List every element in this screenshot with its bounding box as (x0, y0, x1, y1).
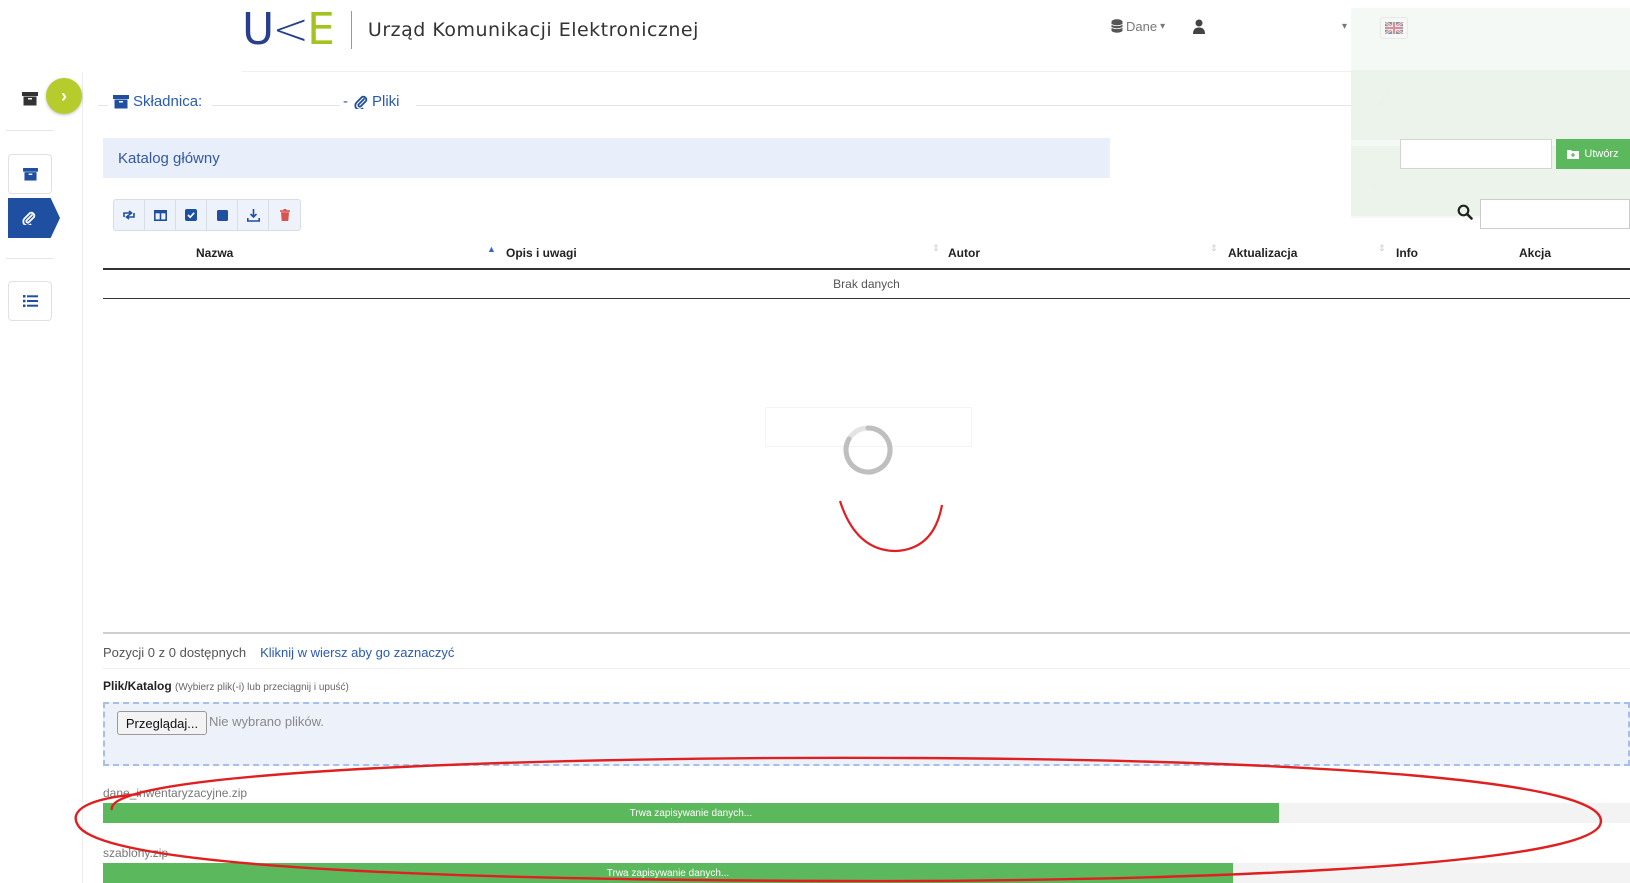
pagination-hint: Kliknij w wiersz aby go zaznaczyć (260, 645, 455, 660)
sidebar-item-repository[interactable] (8, 154, 52, 194)
catalog-title: Katalog główny (118, 149, 220, 167)
pagination-summary: Pozycji 0 z 0 dostępnych (103, 645, 247, 660)
org-name: Urząd Komunikacji Elektronicznej (367, 19, 699, 41)
breadcrumb-repository-label: Składnica: (133, 93, 203, 110)
refresh-button[interactable] (114, 200, 145, 230)
empty-text: Brak danych (833, 277, 900, 291)
section-divider (103, 668, 1630, 669)
archive-icon (22, 92, 38, 111)
breadcrumb-files-label: Pliki (372, 93, 400, 110)
user-icon (1193, 19, 1205, 34)
pagination-info: Pozycji 0 z 0 dostępnych Kliknij w wiers… (103, 645, 454, 660)
download-icon (246, 208, 260, 222)
sidebar-separator (6, 130, 54, 131)
column-header-description[interactable]: Opis i uwagi (506, 246, 577, 260)
archive-icon (113, 94, 129, 108)
folder-plus-icon (1567, 150, 1580, 159)
columns-icon (153, 209, 167, 221)
no-files-text: Nie wybrano plików. (209, 714, 324, 729)
sidebar-separator (6, 258, 54, 259)
user-menu-icon[interactable] (1192, 14, 1206, 38)
check-icon: ✓ (1373, 84, 1395, 114)
sidebar-item-files[interactable] (8, 198, 60, 238)
sort-icon: ⇕ (1210, 243, 1218, 253)
check-icon: ✓ (1367, 168, 1389, 198)
search-input[interactable] (1480, 199, 1630, 229)
notification-toast: ✓ (1351, 70, 1630, 140)
browse-label: Przeglądaj... (125, 715, 199, 731)
table-empty-row: Brak danych (103, 270, 1630, 299)
browse-button[interactable]: Przeglądaj... (117, 711, 207, 735)
chevron-down-icon: ▾ (1160, 20, 1166, 32)
select-all-button[interactable] (176, 200, 207, 230)
breadcrumb-line (98, 105, 108, 106)
sidebar-expand-button[interactable]: › (46, 78, 82, 114)
breadcrumb-repository[interactable]: Składnica: (113, 93, 202, 110)
deselect-button[interactable] (207, 200, 238, 230)
sort-icon: ⇕ (1378, 243, 1386, 253)
column-header-info[interactable]: Info (1396, 246, 1418, 260)
table-bottom-rule (103, 632, 1630, 634)
loading-spinner-icon (843, 425, 893, 475)
archive-icon (22, 167, 38, 181)
data-menu[interactable]: Dane ▾ (1111, 14, 1165, 38)
file-field-title: Plik/Katalog (103, 679, 172, 693)
breadcrumb-line (212, 105, 340, 106)
chevron-right-icon: › (61, 85, 67, 106)
column-header-name[interactable]: Nazwa (196, 246, 233, 260)
column-header-action: Akcja (1519, 246, 1552, 260)
new-folder-input[interactable] (1400, 139, 1552, 169)
breadcrumb-line (416, 105, 1351, 106)
breadcrumb-separator: - (343, 93, 348, 110)
search-icon (1457, 204, 1473, 220)
table-toolbar (113, 199, 301, 231)
catalog-path[interactable]: Katalog główny (103, 138, 1110, 178)
refresh-icon (123, 210, 135, 220)
sidebar-item-list[interactable] (8, 281, 52, 321)
delete-button[interactable] (269, 200, 300, 230)
create-folder-label: Utwórz (1584, 148, 1619, 160)
logo-separator (350, 11, 352, 49)
logo-mark: U<E (242, 4, 335, 55)
create-folder-button[interactable]: Utwórz (1556, 139, 1630, 169)
column-header-author[interactable]: Autor (948, 246, 980, 260)
annotation-arc (838, 500, 944, 553)
annotation-ellipse (74, 756, 1603, 883)
database-icon (1111, 19, 1123, 33)
column-header-updated[interactable]: Aktualizacja (1228, 246, 1297, 260)
paperclip-icon (354, 95, 368, 109)
user-menu-caret[interactable]: ▾ (1342, 14, 1347, 38)
sort-icon: ⇕ (932, 243, 940, 253)
columns-button[interactable] (145, 200, 176, 230)
file-field-hint: (Wybierz plik(-i) lub przeciągnij i upuś… (175, 682, 349, 693)
file-field-label: Plik/Katalog (Wybierz plik(-i) lub przec… (103, 679, 349, 693)
sort-asc-icon: ▲ (487, 244, 496, 254)
paperclip-icon (22, 211, 36, 225)
trash-icon (279, 209, 290, 221)
breadcrumb-files[interactable]: - Pliki (343, 93, 400, 110)
check-square-icon (185, 209, 197, 221)
data-menu-label: Dane (1126, 18, 1158, 34)
download-button[interactable] (238, 200, 269, 230)
square-icon (216, 209, 228, 221)
list-icon (22, 295, 38, 307)
uke-logo[interactable]: U<E Urząd Komunikacji Elektronicznej (242, 8, 699, 52)
